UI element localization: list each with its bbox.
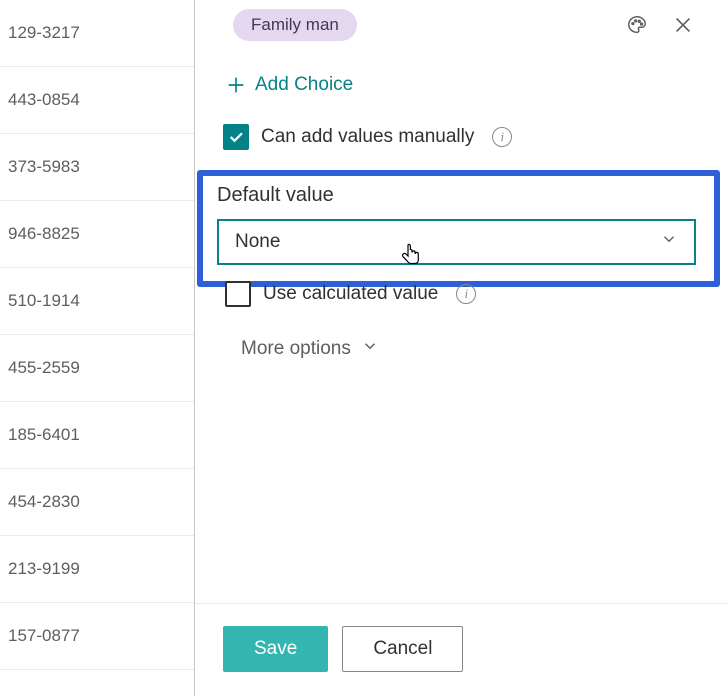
cell-value: 157-0877 xyxy=(8,626,80,646)
palette-button[interactable] xyxy=(620,8,654,42)
cell-value: 443-0854 xyxy=(8,90,80,110)
save-button[interactable]: Save xyxy=(223,626,328,672)
save-button-label: Save xyxy=(254,638,297,660)
cell-value: 946-8825 xyxy=(8,224,80,244)
table-row[interactable]: 185-6401 xyxy=(0,402,194,469)
column-settings-panel: Family man Add Choice xyxy=(195,0,728,696)
table-row[interactable]: 443-0854 xyxy=(0,67,194,134)
table-row[interactable]: 157-0877 xyxy=(0,603,194,670)
cell-value: 455-2559 xyxy=(8,358,80,378)
cell-value: 373-5983 xyxy=(8,157,80,177)
table-row[interactable]: 213-9199 xyxy=(0,536,194,603)
table-row[interactable]: 510-1914 xyxy=(0,268,194,335)
default-value-label: Default value xyxy=(217,184,696,207)
table-row[interactable]: 373-5983 xyxy=(0,134,194,201)
palette-icon xyxy=(626,14,648,36)
can-add-values-checkbox[interactable] xyxy=(223,124,249,150)
add-choice-label: Add Choice xyxy=(255,74,353,96)
default-value-select[interactable]: None xyxy=(217,219,696,265)
cancel-button-label: Cancel xyxy=(373,638,432,660)
table-row[interactable]: 454-2830 xyxy=(0,469,194,536)
panel-body: Family man Add Choice xyxy=(195,0,728,603)
info-icon[interactable]: i xyxy=(492,127,512,147)
chevron-down-icon xyxy=(660,230,678,254)
cancel-button[interactable]: Cancel xyxy=(342,626,463,672)
default-value-selected: None xyxy=(235,231,280,253)
add-choice-button[interactable]: Add Choice xyxy=(223,74,700,96)
plus-icon xyxy=(225,74,247,96)
cell-value: 129-3217 xyxy=(8,23,80,43)
use-calculated-row: Use calculated value i xyxy=(223,281,700,307)
table-row[interactable]: 455-2559 xyxy=(0,335,194,402)
cursor-hand-icon xyxy=(399,243,423,269)
chevron-down-icon xyxy=(361,337,379,361)
choice-chip-row: Family man xyxy=(223,8,700,42)
choice-chip[interactable]: Family man xyxy=(233,9,357,41)
can-add-values-row: Can add values manually i xyxy=(223,124,700,150)
table-row[interactable]: 129-3217 xyxy=(0,0,194,67)
check-icon xyxy=(227,128,245,146)
cell-value: 510-1914 xyxy=(8,291,80,311)
use-calculated-label: Use calculated value xyxy=(263,283,438,305)
cell-value: 185-6401 xyxy=(8,425,80,445)
use-calculated-checkbox[interactable] xyxy=(225,281,251,307)
can-add-values-label: Can add values manually xyxy=(261,126,474,148)
table-row[interactable]: 946-8825 xyxy=(0,201,194,268)
cell-value: 213-9199 xyxy=(8,559,80,579)
close-icon xyxy=(672,14,694,36)
cell-value: 454-2830 xyxy=(8,492,80,512)
default-value-highlight: Default value None xyxy=(197,170,720,287)
info-icon[interactable]: i xyxy=(456,284,476,304)
more-options-toggle[interactable]: More options xyxy=(223,337,700,361)
close-button[interactable] xyxy=(666,8,700,42)
more-options-label: More options xyxy=(241,338,351,360)
data-list-column: 129-3217 443-0854 373-5983 946-8825 510-… xyxy=(0,0,195,696)
panel-footer: Save Cancel xyxy=(195,603,728,696)
